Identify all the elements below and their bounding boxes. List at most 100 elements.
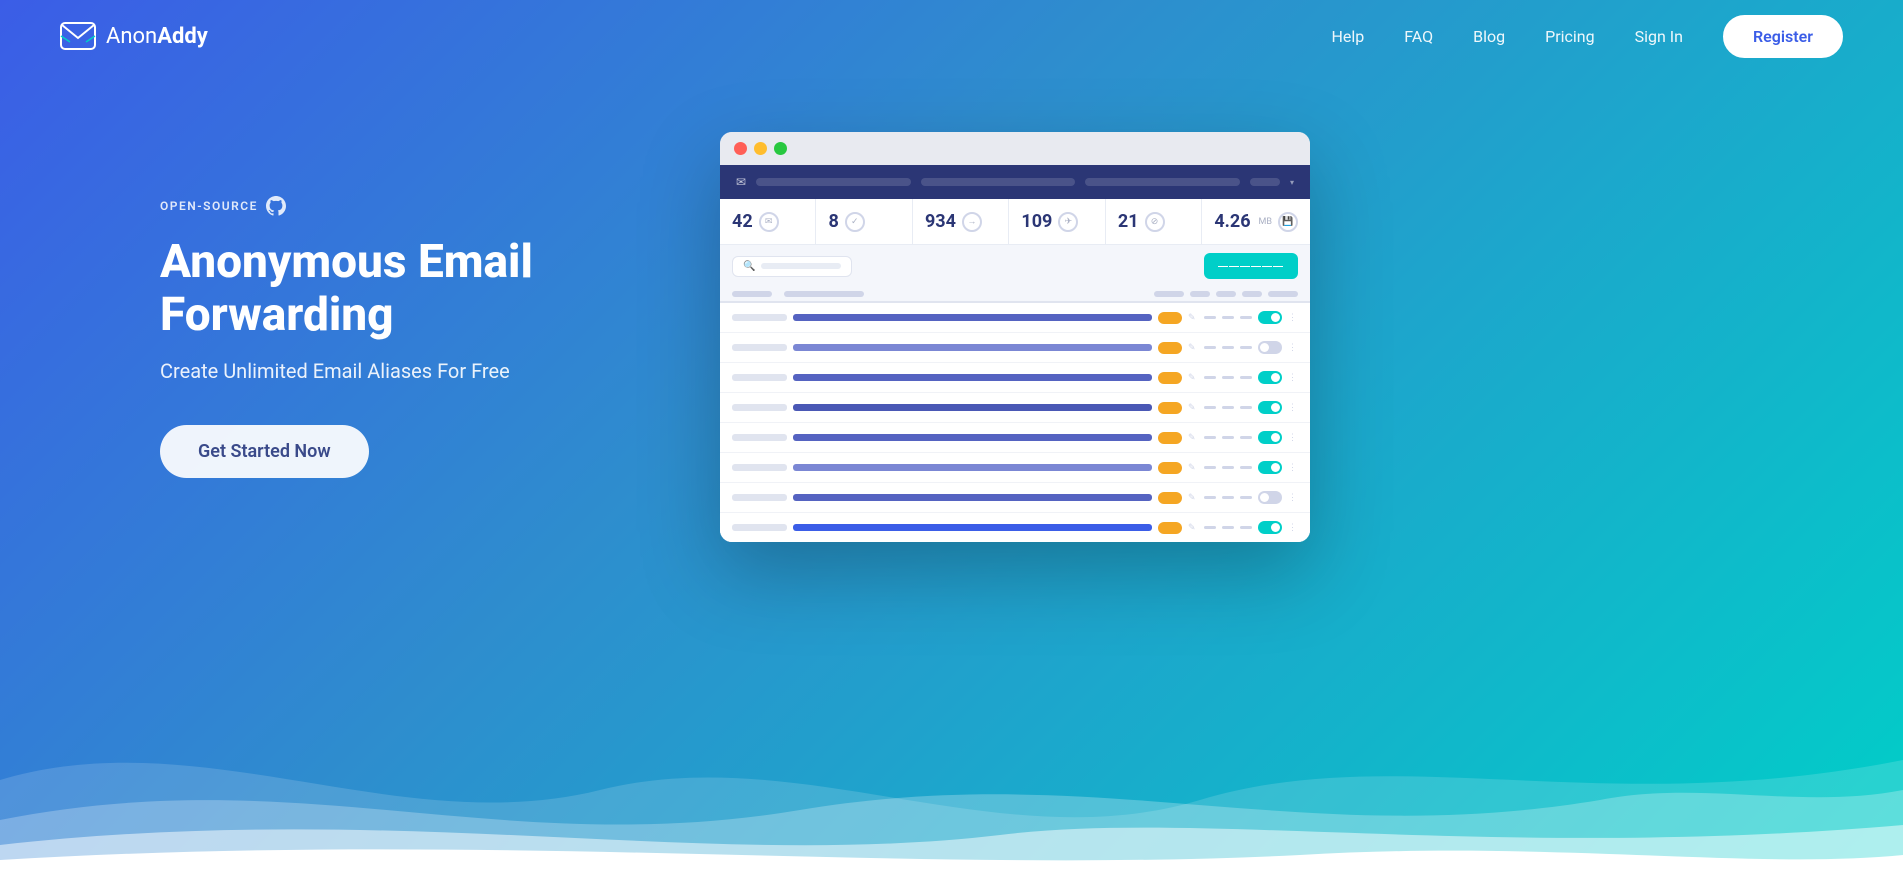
th-col6	[1242, 291, 1262, 297]
table-row: ✎ ⋮	[720, 303, 1310, 333]
table-header	[720, 287, 1310, 303]
row-tag	[1158, 432, 1182, 444]
row-more-icon[interactable]: ⋮	[1288, 493, 1298, 503]
row-stat2	[1222, 406, 1234, 409]
row-toggle[interactable]	[1258, 311, 1282, 324]
browser-titlebar	[720, 132, 1310, 165]
browser-maximize-dot	[774, 142, 787, 155]
stat-bandwidth-icon: 💾	[1278, 212, 1298, 232]
topbar-pill-sm	[1250, 178, 1280, 186]
row-toggle[interactable]	[1258, 371, 1282, 384]
th-col1	[732, 291, 772, 297]
row-tag	[1158, 402, 1182, 414]
browser-minimize-dot	[754, 142, 767, 155]
row-alias-name	[793, 464, 1152, 471]
stat-active-icon: ✓	[845, 212, 865, 232]
row-tag	[1158, 342, 1182, 354]
stat-forwarded: 934 →	[913, 199, 1009, 244]
table-row: ✎ ⋮	[720, 333, 1310, 363]
th-col2	[784, 291, 864, 297]
row-more-icon[interactable]: ⋮	[1288, 433, 1298, 443]
row-stat3	[1240, 496, 1252, 499]
row-stat1	[1204, 316, 1216, 319]
row-toggle[interactable]	[1258, 401, 1282, 414]
row-stat2	[1222, 526, 1234, 529]
logo-icon	[60, 22, 96, 50]
stat-sent: 109 ✈	[1009, 199, 1105, 244]
get-started-button[interactable]: Get Started Now	[160, 425, 369, 478]
row-toggle[interactable]	[1258, 341, 1282, 354]
stat-bandwidth-unit: MB	[1259, 217, 1272, 227]
nav-faq[interactable]: FAQ	[1404, 27, 1433, 46]
github-icon	[266, 196, 286, 216]
open-source-badge: OPEN-SOURCE	[160, 196, 640, 216]
row-alias-name	[793, 374, 1152, 381]
row-stat3	[1240, 466, 1252, 469]
row-stat2	[1222, 346, 1234, 349]
new-alias-button[interactable]: ——————	[1204, 253, 1298, 279]
nav-signin[interactable]: Sign In	[1635, 27, 1683, 46]
hero-text: OPEN-SOURCE Anonymous Email Forwarding C…	[160, 196, 640, 479]
row-stat3	[1240, 376, 1252, 379]
hero-section: OPEN-SOURCE Anonymous Email Forwarding C…	[0, 72, 1903, 542]
row-more-icon[interactable]: ⋮	[1288, 523, 1298, 533]
row-domain	[732, 434, 787, 441]
search-input-placeholder	[761, 263, 841, 269]
row-domain	[732, 524, 787, 531]
th-col5	[1216, 291, 1236, 297]
register-button[interactable]: Register	[1723, 15, 1843, 58]
row-more-icon[interactable]: ⋮	[1288, 463, 1298, 473]
row-stat1	[1204, 406, 1216, 409]
app-topbar: ✉ ▾	[720, 165, 1310, 199]
table-row: ✎ ⋮	[720, 393, 1310, 423]
nav-blog[interactable]: Blog	[1473, 27, 1505, 46]
filter-row: 🔍 ——————	[720, 245, 1310, 287]
navbar: AnonAddy Help FAQ Blog Pricing Sign In R…	[0, 0, 1903, 72]
row-stat3	[1240, 406, 1252, 409]
stats-row: 42 ✉ 8 ✓ 934 → 109 ✈	[720, 199, 1310, 245]
nav-pricing[interactable]: Pricing	[1545, 27, 1595, 46]
stat-sent-num: 109	[1021, 211, 1052, 232]
row-alias-name	[793, 494, 1152, 501]
row-edit-icon: ✎	[1188, 463, 1198, 473]
row-toggle[interactable]	[1258, 431, 1282, 444]
row-edit-icon: ✎	[1188, 523, 1198, 533]
logo[interactable]: AnonAddy	[60, 22, 208, 50]
stat-active-num: 8	[828, 211, 838, 232]
topbar-pill-2	[921, 178, 1076, 186]
row-domain	[732, 494, 787, 501]
topbar-pill-3	[1085, 178, 1240, 186]
alias-table: ✎ ⋮ ✎	[720, 303, 1310, 542]
row-stat1	[1204, 436, 1216, 439]
topbar-chevron: ▾	[1290, 178, 1294, 187]
row-alias-name	[793, 344, 1152, 351]
topbar-pill-1	[756, 178, 911, 186]
row-toggle[interactable]	[1258, 461, 1282, 474]
th-col4	[1190, 291, 1210, 297]
row-more-icon[interactable]: ⋮	[1288, 403, 1298, 413]
row-tag	[1158, 372, 1182, 384]
table-row: ✎ ⋮	[720, 423, 1310, 453]
row-toggle[interactable]	[1258, 491, 1282, 504]
table-row: ✎ ⋮	[720, 483, 1310, 513]
browser-window: ✉ ▾ 42 ✉ 8 ✓	[720, 132, 1310, 542]
row-tag	[1158, 522, 1182, 534]
row-tag	[1158, 462, 1182, 474]
row-toggle[interactable]	[1258, 521, 1282, 534]
nav-help[interactable]: Help	[1332, 27, 1365, 46]
stat-active: 8 ✓	[816, 199, 912, 244]
row-more-icon[interactable]: ⋮	[1288, 373, 1298, 383]
stat-aliases: 42 ✉	[720, 199, 816, 244]
row-domain	[732, 344, 787, 351]
table-row: ✎ ⋮	[720, 453, 1310, 483]
search-box[interactable]: 🔍	[732, 256, 852, 277]
row-stat3	[1240, 316, 1252, 319]
app-topbar-mail-icon: ✉	[736, 175, 746, 189]
row-more-icon[interactable]: ⋮	[1288, 343, 1298, 353]
row-domain	[732, 464, 787, 471]
row-more-icon[interactable]: ⋮	[1288, 313, 1298, 323]
stat-blocked-icon: ⊘	[1145, 212, 1165, 232]
dashboard-mockup: ✉ ▾ 42 ✉ 8 ✓	[720, 132, 1743, 542]
search-icon: 🔍	[743, 261, 755, 272]
th-col7	[1268, 291, 1298, 297]
